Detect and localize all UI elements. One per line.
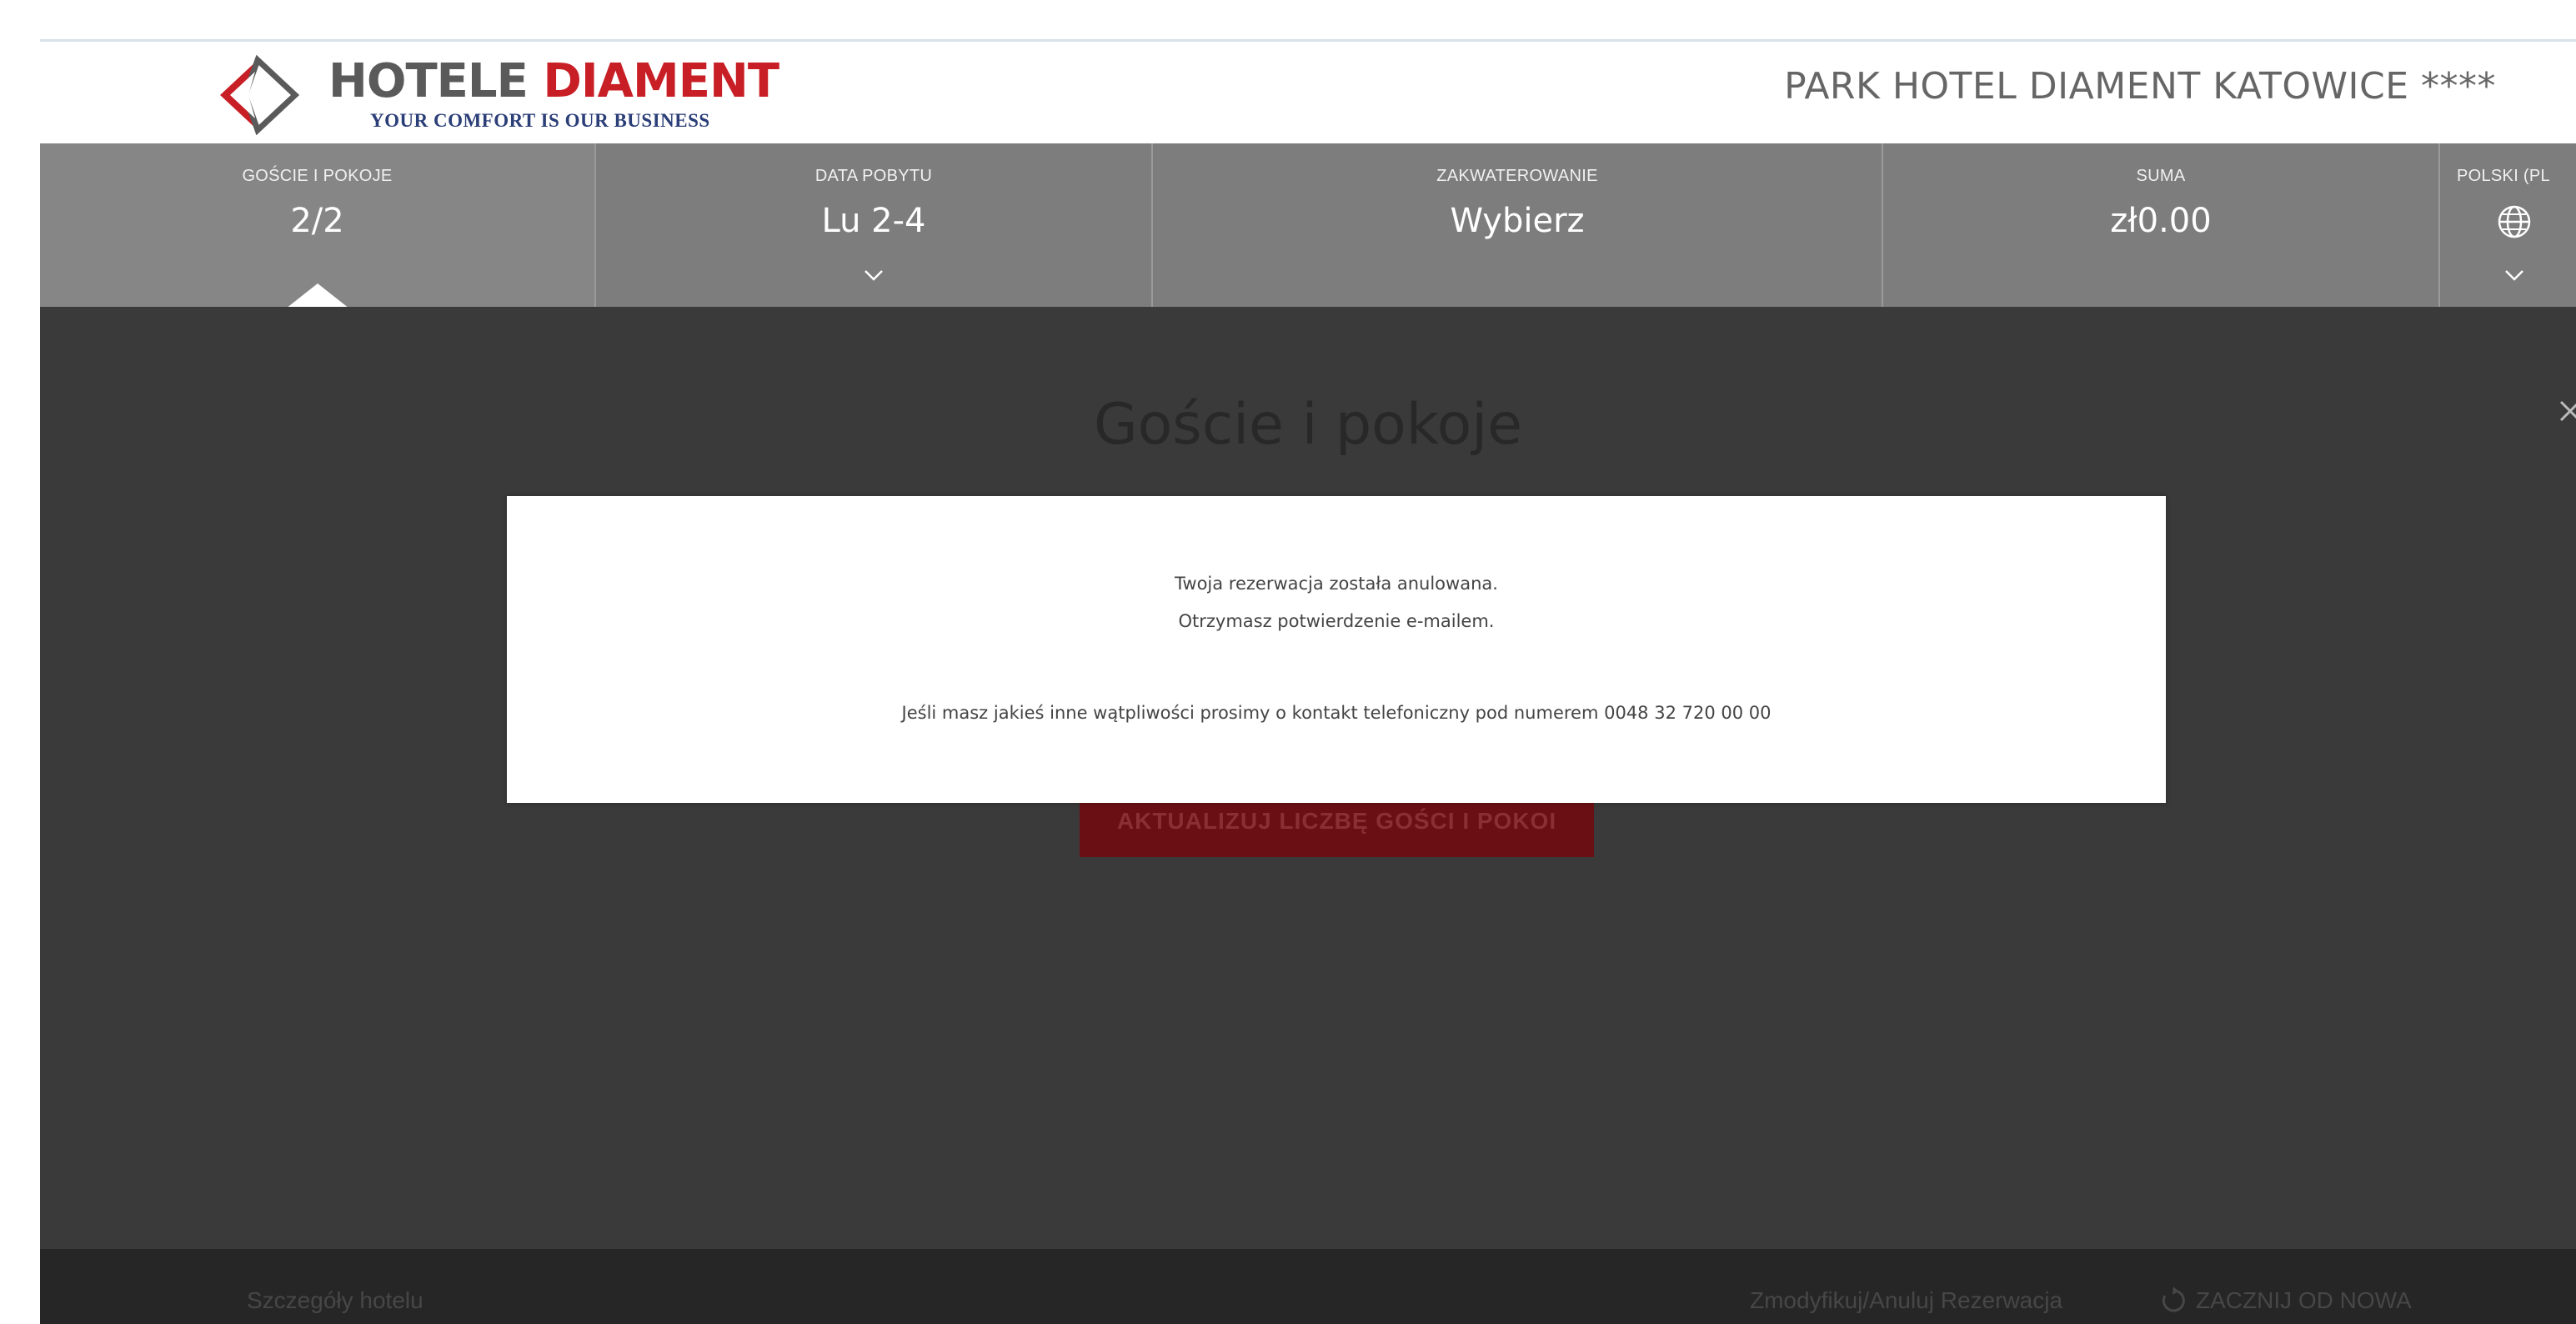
nav-date-value: Lu 2-4 bbox=[821, 202, 926, 240]
nav-sum-label: SUMA bbox=[2136, 167, 2186, 185]
nav-room-label: ZAKWATEROWANIE bbox=[1436, 167, 1598, 185]
logo-word-diament: DIAMENT bbox=[543, 54, 779, 108]
modify-cancel-link[interactable]: Zmodyfikuj/Anuluj Rezerwacja bbox=[1750, 1287, 2062, 1314]
nav-sum-value: zł0.00 bbox=[2110, 202, 2212, 240]
dialog-message-cancelled: Twoja rezerwacja została anulowana. bbox=[1175, 574, 1498, 594]
logo-word-hotele: HOTELE bbox=[328, 54, 544, 108]
dialog-message-confirmation: Otrzymasz potwierdzenie e-mailem. bbox=[1178, 611, 1495, 631]
start-over-link[interactable]: ZACZNIJ OD NOWA bbox=[2196, 1287, 2412, 1314]
hotel-logo[interactable]: HOTELE DIAMENT YOUR COMFORT IS OUR BUSIN… bbox=[170, 50, 787, 142]
logo-title: HOTELE DIAMENT bbox=[328, 55, 779, 108]
cancellation-dialog: Twoja rezerwacja została anulowana. Otrz… bbox=[507, 496, 2166, 803]
nav-accommodation[interactable]: ZAKWATEROWANIE Wybierz bbox=[1153, 143, 1883, 307]
nav-guests-label: GOŚCIE I POKOJE bbox=[242, 167, 393, 185]
language-selector[interactable]: POLSKI (PL bbox=[2440, 143, 2576, 307]
hotel-name: PARK HOTEL DIAMENT KATOWICE **** bbox=[1784, 65, 2496, 108]
close-icon[interactable] bbox=[2554, 392, 2576, 442]
nav-room-value: Wybierz bbox=[1450, 202, 1585, 240]
site-header: HOTELE DIAMENT YOUR COMFORT IS OUR BUSIN… bbox=[40, 42, 2576, 143]
nav-total[interactable]: SUMA zł0.00 bbox=[1883, 143, 2440, 307]
nav-guests-rooms[interactable]: GOŚCIE I POKOJE 2/2 bbox=[40, 143, 596, 308]
diamond-logo-icon bbox=[220, 54, 300, 136]
restart-icon[interactable] bbox=[2158, 1286, 2188, 1316]
chevron-down-icon bbox=[2505, 270, 2523, 281]
dialog-message-contact: Jeśli masz jakieś inne wątpliwości prosi… bbox=[901, 703, 1772, 723]
language-label: POLSKI (PL bbox=[2457, 167, 2550, 185]
nav-stay-date[interactable]: DATA POBYTU Lu 2-4 bbox=[596, 143, 1153, 307]
active-tab-indicator bbox=[285, 283, 349, 308]
hotel-details-link[interactable]: Szczegóły hotelu bbox=[247, 1287, 423, 1314]
logo-tagline: YOUR COMFORT IS OUR BUSINESS bbox=[370, 110, 710, 131]
panel-title: Goście i pokoje bbox=[1093, 392, 1523, 458]
booking-steps-nav: GOŚCIE I POKOJE 2/2 DATA POBYTU Lu 2-4 Z… bbox=[40, 143, 2576, 308]
nav-guests-value: 2/2 bbox=[290, 202, 344, 240]
nav-date-label: DATA POBYTU bbox=[814, 167, 933, 185]
chevron-down-icon bbox=[865, 270, 883, 281]
globe-icon bbox=[2498, 205, 2531, 238]
footer-bar: Szczegóły hotelu Zmodyfikuj/Anuluj Rezer… bbox=[40, 1249, 2576, 1324]
